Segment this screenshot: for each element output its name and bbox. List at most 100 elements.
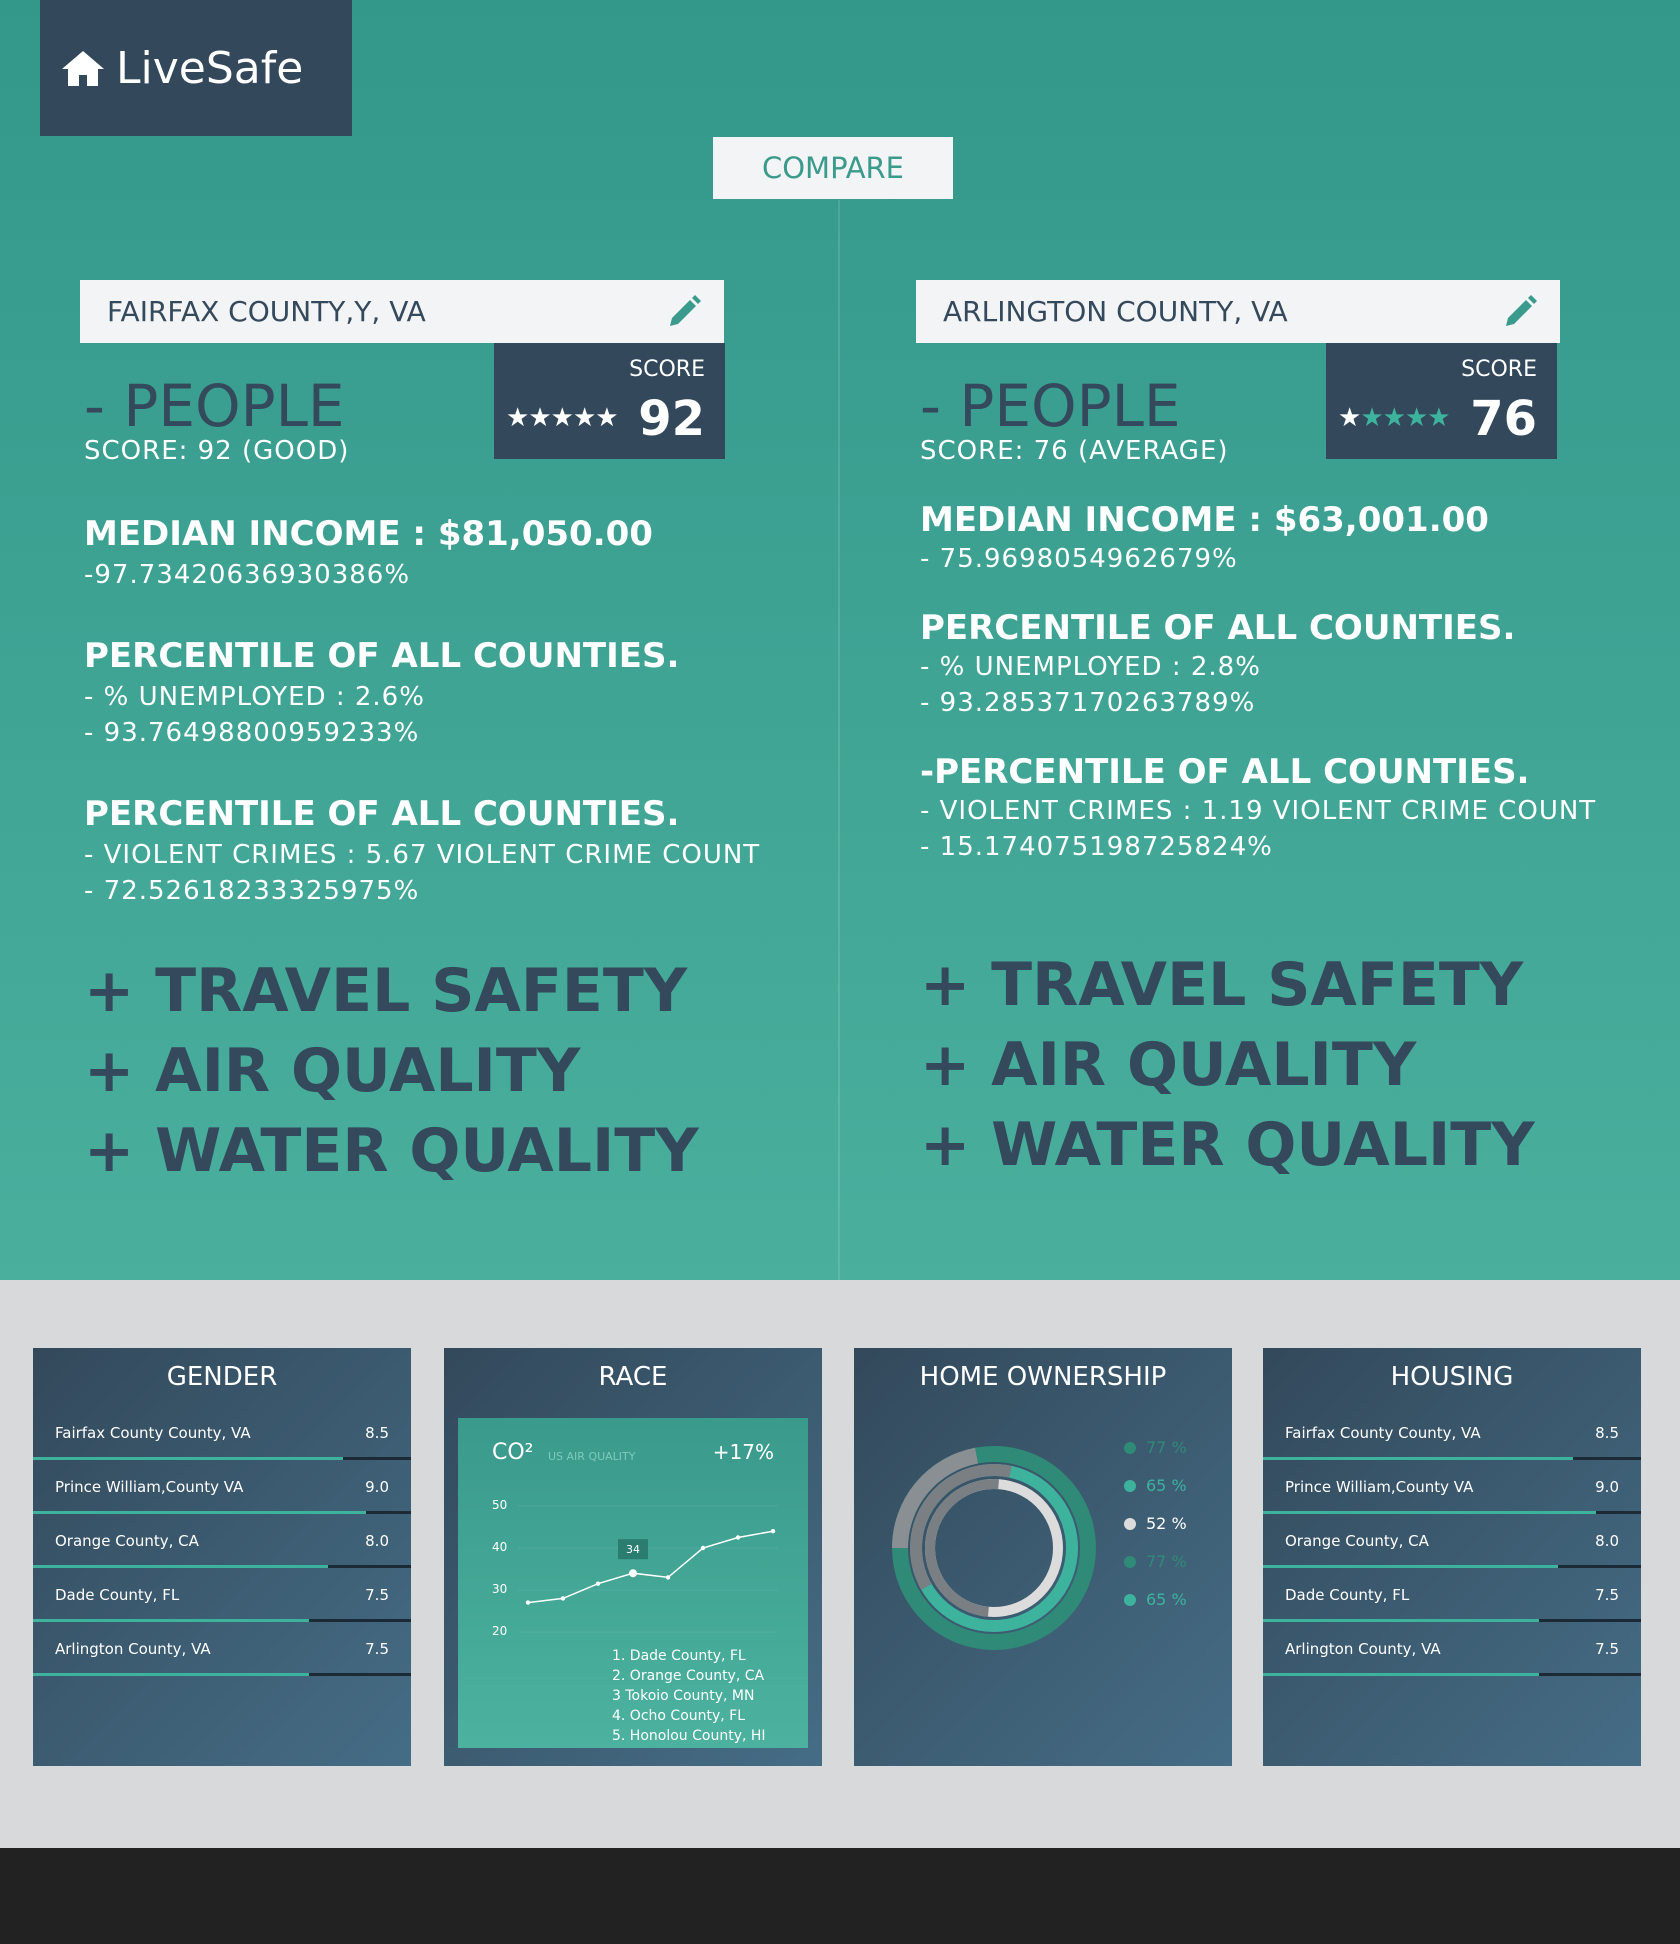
crime-percentile: - 72.52618233325975% — [84, 876, 420, 906]
crime-line: - VIOLENT CRIMES : 5.67 VIOLENT CRIME CO… — [84, 840, 761, 870]
county-name: Dade County, FL — [1285, 1586, 1410, 1604]
median-income-title: MEDIAN INCOME : $63,001.00 — [920, 500, 1489, 540]
score-value: 9.0 — [1595, 1478, 1619, 1496]
list-row[interactable]: Fairfax County County, VA 8.5 — [1263, 1410, 1641, 1464]
gender-card: GENDER Fairfax County County, VA 8.5 Princ… — [33, 1348, 411, 1766]
people-score: SCORE: 92 (GOOD) — [84, 436, 350, 466]
star-icon: ★ — [595, 403, 618, 433]
water-quality-toggle[interactable]: + WATER QUALITY — [920, 1110, 1535, 1180]
data-point[interactable] — [665, 1575, 671, 1580]
progress-track — [308, 1673, 411, 1676]
score-label: SCORE — [629, 357, 705, 382]
list-row[interactable]: Prince William,County VA 9.0 — [33, 1464, 411, 1518]
data-point[interactable] — [595, 1581, 601, 1586]
compare-button[interactable]: COMPARE — [713, 137, 953, 199]
legend-dot — [1124, 1556, 1136, 1568]
progress-bar — [33, 1511, 366, 1514]
data-point[interactable] — [770, 1529, 776, 1534]
star-rating: ★★★★★ — [506, 403, 619, 433]
legend-label: 65 % — [1146, 1476, 1187, 1495]
card-title: HOME OWNERSHIP — [919, 1362, 1167, 1392]
crime-line: - VIOLENT CRIMES : 1.19 VIOLENT CRIME CO… — [920, 796, 1597, 826]
score-value: 7.5 — [365, 1586, 389, 1604]
county-name: Prince William,County VA — [1285, 1478, 1474, 1496]
travel-safety-toggle[interactable]: + TRAVEL SAFETY — [84, 956, 687, 1026]
star-icon: ★ — [506, 403, 529, 433]
crime-percentile: - 15.174075198725824% — [920, 832, 1273, 862]
tooltip-label: 34 — [626, 1543, 640, 1556]
list-row[interactable]: Orange County, CA 8.0 — [1263, 1518, 1641, 1572]
air-quality-toggle[interactable]: + AIR QUALITY — [84, 1036, 580, 1106]
data-point[interactable] — [629, 1569, 637, 1578]
list-row[interactable]: Arlington County, VA 7.5 — [1263, 1626, 1641, 1680]
list-row[interactable]: Orange County, CA 8.0 — [33, 1518, 411, 1572]
race-card: RACE CO² US AIR QUALITY +17% 50 40 30 20… — [444, 1348, 822, 1766]
crime-title: -PERCENTILE OF ALL COUNTIES. — [920, 752, 1530, 792]
housing-card: HOUSING Fairfax County County, VA 8.5 Prin… — [1263, 1348, 1641, 1766]
pencil-icon[interactable] — [1500, 292, 1540, 332]
legend-item: 52 % — [1124, 1514, 1187, 1533]
list-row[interactable]: Arlington County, VA 7.5 — [33, 1626, 411, 1680]
progress-track — [1595, 1511, 1641, 1514]
data-point[interactable] — [560, 1596, 566, 1601]
county-name: Arlington County, VA — [55, 1640, 211, 1658]
score-value: 7.5 — [1595, 1586, 1619, 1604]
right-county-panel: ARLINGTON COUNTY, VA SCORE ★★★★★ 76 - PE… — [916, 280, 1676, 1260]
app-name: LiveSafe — [116, 42, 304, 94]
county-name-field[interactable]: ARLINGTON COUNTY, VA — [916, 280, 1560, 343]
progress-bar — [1263, 1673, 1539, 1676]
data-point[interactable] — [525, 1600, 531, 1605]
list-row[interactable]: Dade County, FL 7.5 — [1263, 1572, 1641, 1626]
unemployed-title: PERCENTILE OF ALL COUNTIES. — [84, 636, 680, 676]
data-point[interactable] — [735, 1535, 741, 1540]
progress-bar — [1263, 1457, 1573, 1460]
list-item: 2. Orange County, CA — [612, 1668, 765, 1684]
score-value: 9.0 — [365, 1478, 389, 1496]
unemployed-line: - % UNEMPLOYED : 2.8% — [920, 652, 1261, 682]
county-name: Arlington County, VA — [1285, 1640, 1441, 1658]
progress-track — [327, 1565, 411, 1568]
data-point[interactable] — [700, 1545, 706, 1551]
progress-bar — [33, 1619, 309, 1622]
unemployed-line: - % UNEMPLOYED : 2.6% — [84, 682, 425, 712]
unemployed-percentile: - 93.76498800959233% — [84, 718, 420, 748]
list-row[interactable]: Fairfax County County, VA 8.5 — [33, 1410, 411, 1464]
progress-bar — [33, 1673, 309, 1676]
median-income-line: - 75.9698054962679% — [920, 544, 1238, 574]
star-icon: ★ — [1382, 403, 1406, 433]
progress-track — [1557, 1565, 1641, 1568]
legend-label: 52 % — [1146, 1514, 1187, 1533]
score-box: SCORE ★★★★★ 76 — [1326, 343, 1557, 459]
people-score: SCORE: 76 (AVERAGE) — [920, 436, 1229, 466]
score-value: 8.5 — [365, 1424, 389, 1442]
list-item: 3 Tokoio County, MN — [612, 1688, 755, 1704]
score-value: 92 — [638, 391, 705, 447]
legend-item: 77 % — [1124, 1438, 1187, 1457]
score-value: 7.5 — [1595, 1640, 1619, 1658]
water-quality-toggle[interactable]: + WATER QUALITY — [84, 1116, 699, 1186]
progress-bar — [33, 1457, 343, 1460]
air-quality-toggle[interactable]: + AIR QUALITY — [920, 1030, 1416, 1100]
legend-label: 77 % — [1146, 1438, 1187, 1457]
progress-bar — [33, 1565, 328, 1568]
score-value: 8.0 — [1595, 1532, 1619, 1550]
progress-track — [1538, 1619, 1641, 1622]
county-name: Fairfax County County, VA — [1285, 1424, 1481, 1442]
star-icon: ★ — [1404, 403, 1428, 433]
median-income-title: MEDIAN INCOME : $81,050.00 — [84, 514, 653, 554]
pencil-icon[interactable] — [664, 292, 704, 332]
county-name-field[interactable]: FAIRFAX COUNTY,Y, VA — [80, 280, 724, 343]
star-icon: ★ — [1427, 403, 1450, 433]
list-row[interactable]: Dade County, FL 7.5 — [33, 1572, 411, 1626]
people-heading[interactable]: - PEOPLE — [84, 372, 345, 440]
card-title: RACE — [598, 1362, 668, 1392]
logo[interactable]: LiveSafe — [40, 0, 352, 136]
legend-label: 77 % — [1146, 1552, 1187, 1571]
county-name: FAIRFAX COUNTY,Y, VA — [107, 295, 426, 328]
travel-safety-toggle[interactable]: + TRAVEL SAFETY — [920, 950, 1523, 1020]
list-row[interactable]: Prince William,County VA 9.0 — [1263, 1464, 1641, 1518]
star-icon: ★ — [550, 403, 574, 433]
progress-track — [1572, 1457, 1641, 1460]
people-heading[interactable]: - PEOPLE — [920, 372, 1181, 440]
hero-section: LiveSafe COMPARE FAIRFAX COUNTY,Y, VA SC… — [0, 0, 1680, 1280]
